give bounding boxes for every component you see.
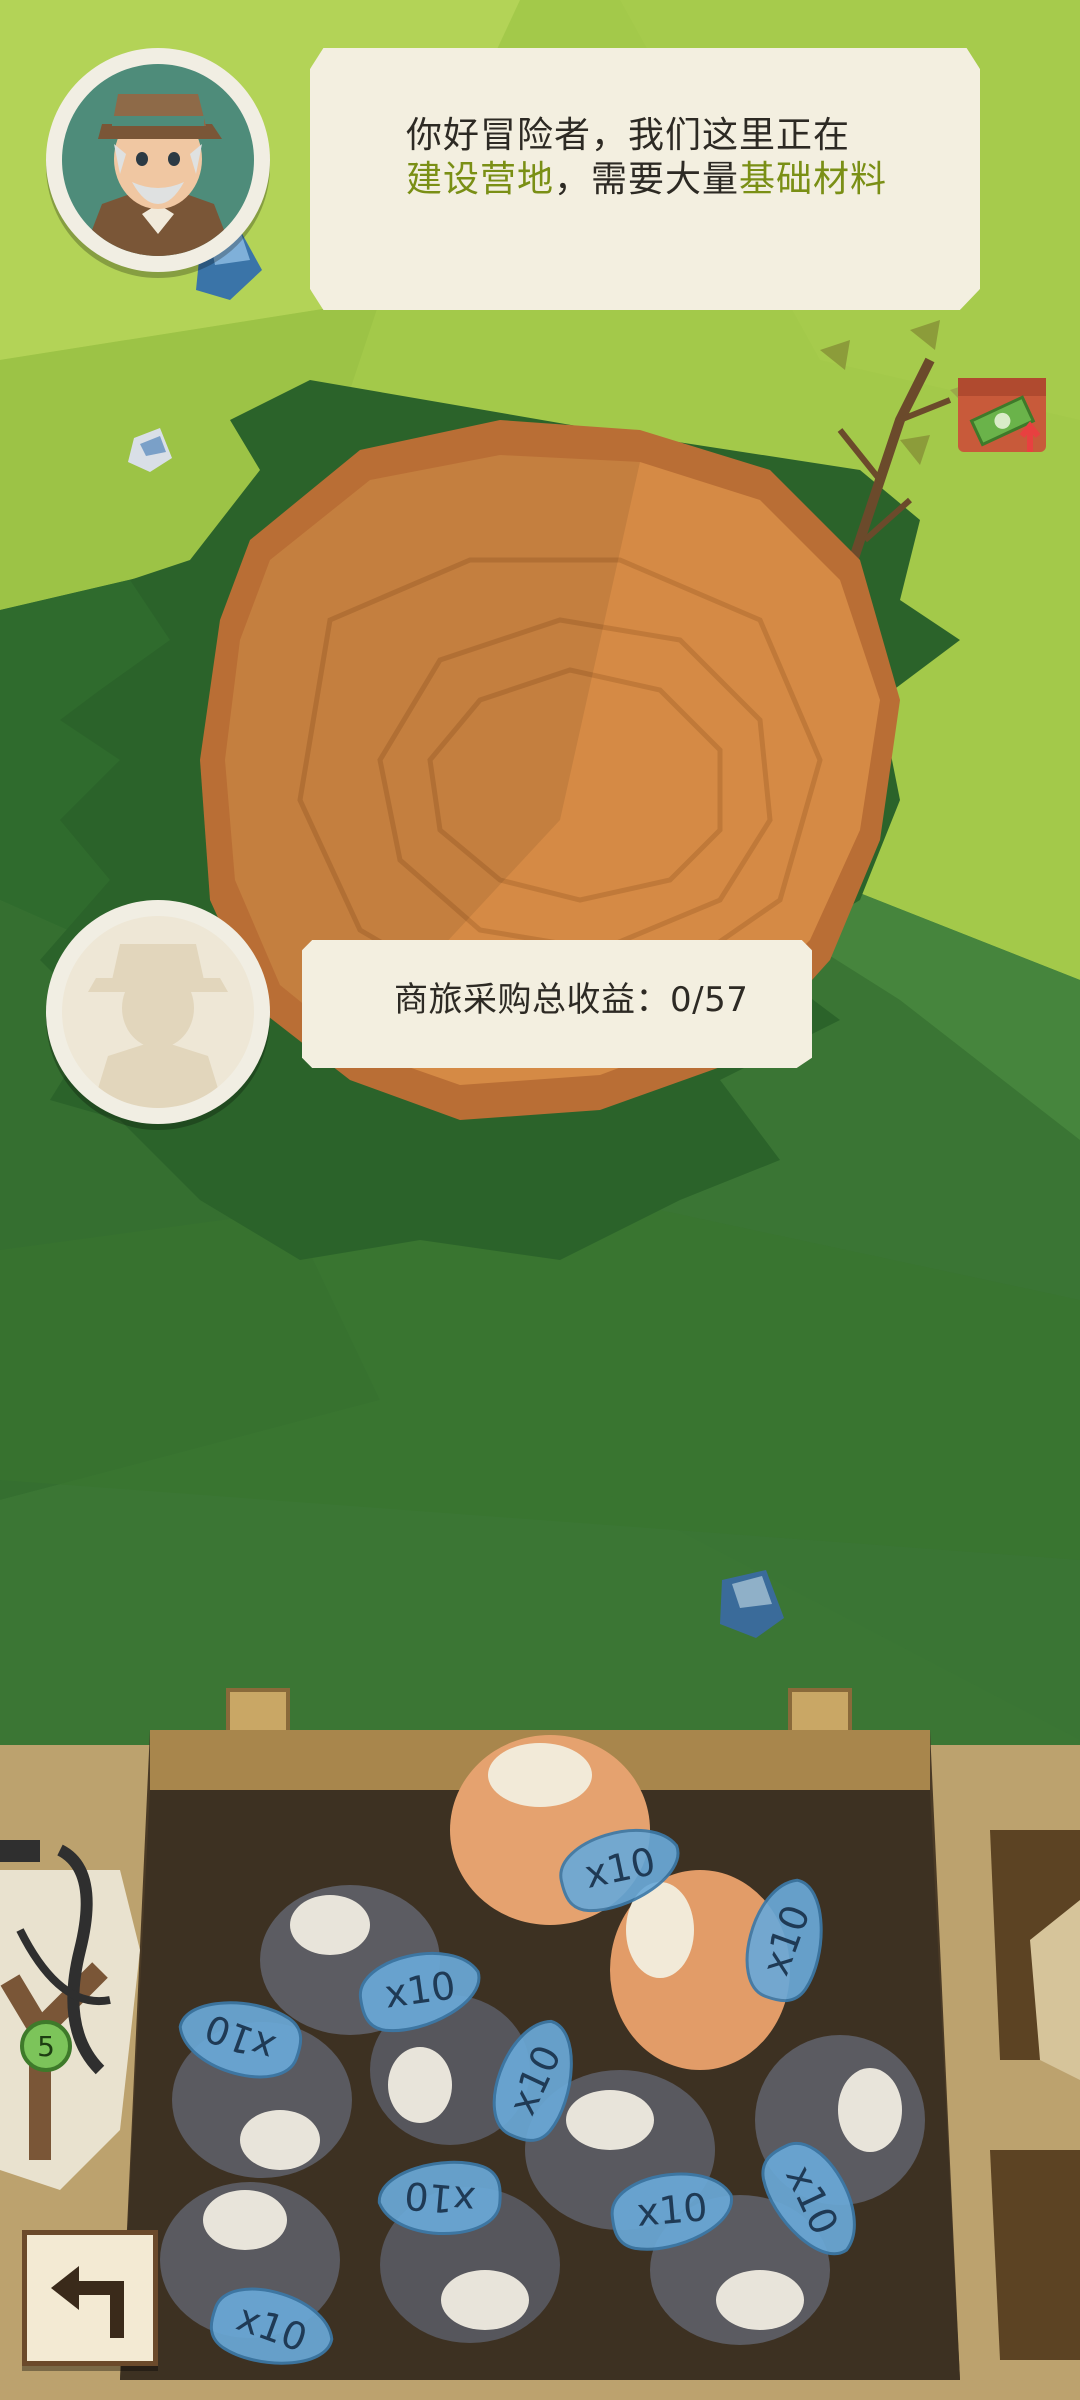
npc-dialog-text: 你好冒险者，我们这里正在 建设营地，需要大量基础材料 [406, 115, 888, 200]
shop-upgrade-button[interactable] [954, 368, 1050, 464]
npc-avatar[interactable] [46, 48, 270, 272]
svg-text:x10: x10 [403, 2173, 477, 2223]
cash-upgrade-icon [958, 378, 1046, 452]
ammo-count: 5 [37, 2029, 55, 2063]
multiplier-tag: x10 [492, 2019, 573, 2142]
slingshot-icon [0, 1840, 140, 2190]
multiplier-tag: x10 [761, 2142, 856, 2256]
slingshot-launcher[interactable]: 5 [0, 1830, 170, 2190]
svg-text:x10: x10 [635, 2185, 709, 2235]
income-progress-text: 商旅采购总收益：0/57 [394, 980, 749, 1020]
ammo-counter-badge: 5 [20, 2020, 72, 2072]
old-man-portrait-icon [62, 64, 254, 256]
npc-dialog-bubble: 你好冒险者，我们这里正在 建设营地，需要大量基础材料 [310, 48, 980, 310]
back-arrow-icon [51, 2266, 124, 2338]
multiplier-tag: x10 [178, 2001, 303, 2079]
multiplier-tag: x10 [559, 1828, 680, 1913]
multiplier-tag: x10 [209, 2287, 334, 2365]
income-bubble: 商旅采购总收益：0/57 [302, 940, 812, 1068]
multiplier-tag: x10 [745, 1878, 823, 2003]
multiplier-tag: x10 [359, 1951, 481, 2033]
back-button[interactable] [22, 2230, 158, 2366]
multiplier-tag: x10 [377, 2160, 502, 2236]
multiplier-tag: x10 [610, 2172, 733, 2251]
adventurer-silhouette-icon [62, 916, 254, 1108]
player-avatar[interactable] [46, 900, 270, 1124]
